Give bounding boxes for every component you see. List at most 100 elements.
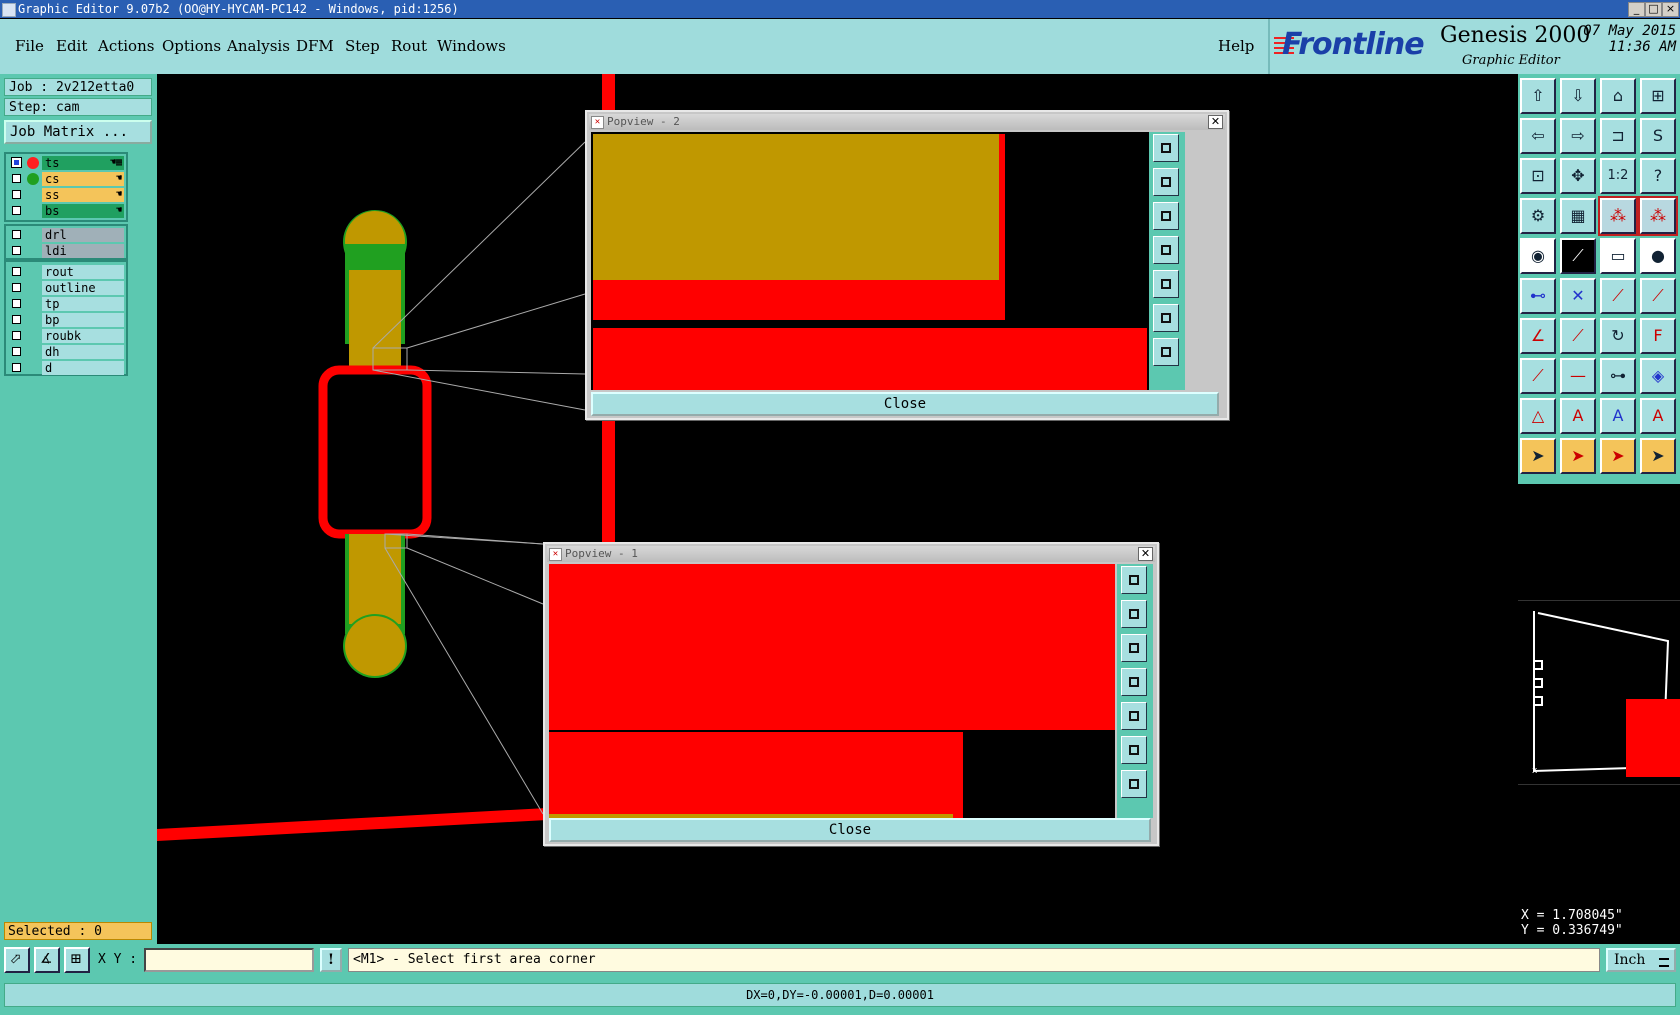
layer-checkbox[interactable] <box>12 283 21 292</box>
draw-line-icon[interactable]: ⟋ <box>1560 318 1596 354</box>
layer-checkbox[interactable] <box>12 331 21 340</box>
popview-1-titlebar[interactable]: ✕ Popview - 1 ✕ <box>547 546 1155 562</box>
layer-checkbox[interactable] <box>12 174 21 183</box>
popview-2-titlebar[interactable]: ✕ Popview - 2 ✕ <box>589 114 1225 130</box>
popview-pan-left-icon[interactable] <box>1121 668 1147 696</box>
netlist-icon[interactable]: ⁂ <box>1598 196 1638 236</box>
select-net-icon[interactable]: ➤ <box>1640 438 1676 474</box>
shapes-icon[interactable]: ◈ <box>1640 358 1676 394</box>
help-icon[interactable]: ? <box>1640 158 1676 194</box>
layer-row-ldi[interactable]: ldi <box>6 243 126 259</box>
layer-row-tp[interactable]: tp <box>6 296 126 312</box>
menu-step[interactable]: Step <box>345 37 380 55</box>
popview-pan-down-icon[interactable] <box>1153 202 1179 230</box>
close-window-button[interactable]: × <box>1662 2 1679 17</box>
popview-2-close-button[interactable]: Close <box>591 392 1219 416</box>
layer-checkbox[interactable] <box>12 299 21 308</box>
layer-checkbox[interactable] <box>12 347 21 356</box>
popview-pan-left-icon[interactable] <box>1153 236 1179 264</box>
circle-icon[interactable]: ● <box>1640 238 1676 274</box>
menu-rout[interactable]: Rout <box>391 37 427 55</box>
layer-checkbox[interactable] <box>12 206 21 215</box>
menu-options[interactable]: Options <box>162 37 221 55</box>
minus-icon[interactable]: — <box>1560 358 1596 394</box>
menu-actions[interactable]: Actions <box>98 37 154 55</box>
settings-icon[interactable]: ⚙ <box>1520 198 1556 234</box>
zoom-ratio-icon[interactable]: 1:2 <box>1600 158 1636 194</box>
job-matrix-button[interactable]: Job Matrix ... <box>4 120 152 144</box>
cross-icon[interactable]: ✕ <box>1560 278 1596 314</box>
pad-add-icon[interactable]: ◉ <box>1520 238 1556 274</box>
rotate-icon[interactable]: ↻ <box>1600 318 1636 354</box>
connect-icon[interactable]: ⊷ <box>1520 278 1556 314</box>
zoom-fit-icon[interactable]: ⊡ <box>1520 158 1556 194</box>
triangle-a-icon[interactable]: A <box>1560 398 1596 434</box>
snake-icon[interactable]: S <box>1640 118 1676 154</box>
layer-row-bp[interactable]: bp <box>6 312 126 328</box>
xy-grid-icon[interactable]: ⊞ <box>1640 78 1676 114</box>
layer-checkbox[interactable] <box>11 157 22 168</box>
minimize-button[interactable]: _ <box>1628 2 1645 17</box>
graphic-canvas[interactable]: ✕ Popview - 2 ✕ Close ✕ Popview - 1 ✕ Cl… <box>157 74 1518 944</box>
popview-zoom-out-icon[interactable] <box>1153 338 1179 366</box>
exclamation-button[interactable]: ! <box>320 948 342 972</box>
layer-row-roubk[interactable]: roubk <box>6 328 126 344</box>
line-point-icon[interactable]: ⟋ <box>1600 278 1636 314</box>
layer-checkbox[interactable] <box>12 363 21 372</box>
pan-up-icon[interactable]: ⇧ <box>1520 78 1556 114</box>
layer-row-rout[interactable]: rout <box>6 264 126 280</box>
menu-analysis[interactable]: Analysis <box>227 37 290 55</box>
popview-pan-up-icon[interactable] <box>1153 168 1179 196</box>
popview-1-close-button[interactable]: Close <box>549 818 1151 842</box>
layer-row-cs[interactable]: cs ☚ <box>6 171 126 187</box>
menu-edit[interactable]: Edit <box>56 37 87 55</box>
triangle-b-icon[interactable]: A <box>1600 398 1636 434</box>
layer-checkbox[interactable] <box>12 190 21 199</box>
overview-minimap[interactable]: x <box>1518 600 1680 785</box>
layer-row-outline[interactable]: outline <box>6 280 126 296</box>
layer-checkbox[interactable] <box>12 315 21 324</box>
angle-snap-icon[interactable]: ∡ <box>34 947 60 973</box>
net-compare-icon[interactable]: ⁂ <box>1638 196 1678 236</box>
menu-file[interactable]: File <box>15 37 44 55</box>
menu-windows[interactable]: Windows <box>437 37 506 55</box>
pan-left-icon[interactable]: ⇦ <box>1520 118 1556 154</box>
layer-row-ts[interactable]: ts ☚▦ <box>6 155 126 171</box>
unit-selector[interactable]: Inch <box>1606 948 1676 972</box>
pan-down-icon[interactable]: ⇩ <box>1560 78 1596 114</box>
popview-2-close-icon[interactable]: ✕ <box>1208 115 1223 129</box>
layer-checkbox[interactable] <box>12 230 21 239</box>
layer-checkbox[interactable] <box>12 246 21 255</box>
menu-help[interactable]: Help <box>1218 37 1254 55</box>
zoom-out-icon[interactable]: ✥ <box>1560 158 1596 194</box>
select-poly-icon[interactable]: ➤ <box>1600 438 1636 474</box>
maximize-button[interactable]: □ <box>1645 2 1662 17</box>
layer-row-dh[interactable]: dh <box>6 344 126 360</box>
menu-dfm[interactable]: DFM <box>296 37 334 55</box>
angle-icon[interactable]: ∠ <box>1520 318 1556 354</box>
measure-line-icon[interactable]: ⟋ <box>1560 238 1596 274</box>
text-edit-icon[interactable]: F <box>1640 318 1676 354</box>
grid-icon[interactable]: ▦ <box>1560 198 1596 234</box>
bracket-icon[interactable]: ⊐ <box>1600 118 1636 154</box>
popview-zoom-icon[interactable] <box>1121 566 1147 594</box>
popview-pan-right-icon[interactable] <box>1121 702 1147 730</box>
popview-zoom-in-icon[interactable] <box>1153 304 1179 332</box>
grid-snap-icon[interactable]: ⊞ <box>64 947 90 973</box>
line-point-alt-icon[interactable]: ⟋ <box>1640 278 1676 314</box>
select-arrow-icon[interactable]: ➤ <box>1520 438 1556 474</box>
popview-1-close-icon[interactable]: ✕ <box>1138 547 1153 561</box>
snap-icon[interactable]: ⟋ <box>1520 358 1556 394</box>
triangle-c-icon[interactable]: A <box>1640 398 1676 434</box>
triangle-icon[interactable]: △ <box>1520 398 1556 434</box>
home-icon[interactable]: ⌂ <box>1600 78 1636 114</box>
layer-row-bs[interactable]: bs ☚ <box>6 203 126 219</box>
layer-row-drl[interactable]: drl <box>6 227 126 243</box>
layer-row-d[interactable]: d <box>6 360 126 376</box>
xy-input[interactable] <box>144 948 314 972</box>
ruler-icon[interactable]: ▭ <box>1600 238 1636 274</box>
popview-zoom-out-icon[interactable] <box>1121 770 1147 798</box>
popview-zoom-in-icon[interactable] <box>1121 736 1147 764</box>
snap-mode-icon[interactable]: ⬀ <box>4 947 30 973</box>
select-box-icon[interactable]: ➤ <box>1560 438 1596 474</box>
